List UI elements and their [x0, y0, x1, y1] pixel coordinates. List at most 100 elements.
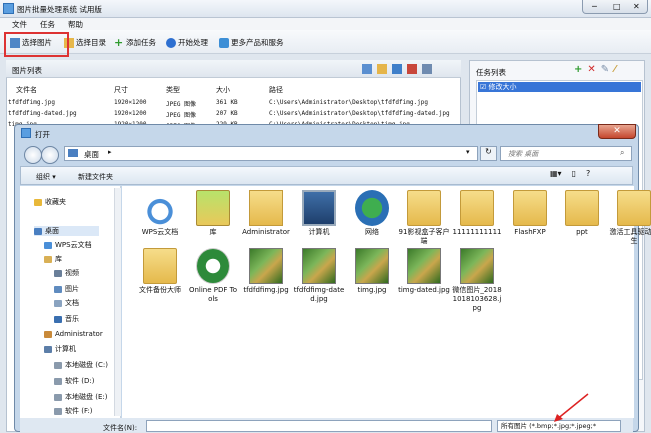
tree-item[interactable]: 本地磁盘 (C:) [54, 360, 108, 370]
view-mode-icon[interactable]: ▦▾ [550, 169, 562, 178]
file-item[interactable]: 激活工具驱动人生 [608, 190, 651, 246]
file-item[interactable]: WPS云文档 [134, 190, 186, 237]
tree-item[interactable]: 本地磁盘 (E:) [54, 392, 107, 402]
tree-item[interactable]: 库 [44, 254, 62, 264]
image-icon [355, 248, 389, 284]
forward-button[interactable] [41, 146, 59, 164]
tree-item-label: 本地磁盘 (E:) [65, 393, 108, 401]
file-item[interactable]: Administrator [240, 190, 292, 237]
breadcrumb-arrow-icon[interactable]: ▸ [108, 148, 112, 156]
user-icon [249, 190, 283, 226]
file-item[interactable]: 库 [187, 190, 239, 237]
music-icon [54, 315, 62, 323]
tree-item-label: Administrator [55, 330, 103, 338]
col-size[interactable]: 尺寸 [114, 85, 128, 95]
tree-item-label: 本地磁盘 (C:) [65, 361, 108, 369]
tree-item[interactable]: Administrator [44, 330, 103, 338]
tree-item[interactable]: 文档 [54, 298, 79, 308]
file-item[interactable]: ppt [556, 190, 608, 237]
file-item[interactable]: 微信图片_20181018103628.jpg [451, 248, 503, 313]
new-folder-button[interactable]: 新建文件夹 [78, 172, 113, 182]
add-icon[interactable]: + [574, 64, 582, 75]
app-icon [3, 3, 14, 14]
file-item[interactable]: 91影视盒子客户端 [398, 190, 450, 246]
tree-item[interactable]: 收藏夹 [34, 197, 66, 207]
back-button[interactable] [24, 146, 42, 164]
checkbox-icon[interactable]: ☑ [480, 83, 486, 91]
wrench-icon[interactable]: ✎ [601, 64, 609, 75]
start-button[interactable]: 开始处理 [166, 36, 208, 49]
file-item[interactable]: 11111111111 [451, 190, 503, 237]
search-icon[interactable]: ⌕ [620, 148, 624, 158]
tree-item[interactable]: 音乐 [54, 314, 79, 324]
file-item[interactable]: timg.jpg [346, 248, 398, 295]
folder-icon [143, 248, 177, 284]
col-type[interactable]: 类型 [166, 85, 180, 95]
col-filename[interactable]: 文件名 [16, 85, 37, 95]
menu-help[interactable]: 帮助 [68, 19, 83, 30]
menu-task[interactable]: 任务 [40, 19, 55, 30]
address-dropdown-icon[interactable]: ▾ [466, 148, 470, 156]
select-dir-button[interactable]: 选择目录 [64, 36, 106, 49]
network-icon [355, 190, 389, 226]
tree-item-label: 收藏夹 [45, 198, 66, 206]
filename-input[interactable] [146, 420, 492, 432]
maximize-icon[interactable]: □ [613, 2, 621, 11]
toolbar: 选择图片 选择目录 + 添加任务 开始处理 更多产品和服务 [0, 30, 651, 54]
tree-item[interactable]: 计算机 [44, 344, 76, 354]
tree-item-label: 桌面 [45, 227, 59, 235]
dialog-close-button[interactable]: ✕ [598, 124, 636, 139]
file-item[interactable]: timg-dated.jpg [398, 248, 450, 295]
file-item[interactable]: tfdfdfimg-dated.jpg [293, 248, 345, 304]
row-filesize: 361 KB [216, 99, 238, 106]
delete-icon[interactable] [407, 64, 417, 74]
close-icon[interactable]: ✕ [633, 2, 640, 11]
task-item[interactable]: ☑ 修改大小 [478, 82, 641, 92]
file-item[interactable]: tfdfdfimg.jpg [240, 248, 292, 295]
file-item[interactable]: FlashFXP [504, 190, 556, 237]
dialog-app-icon [21, 128, 31, 138]
preview-pane-icon[interactable]: ▯ [572, 169, 576, 178]
file-item-label: 91影视盒子客户端 [398, 228, 450, 245]
tree-item[interactable]: 视频 [54, 268, 79, 278]
menu-file[interactable]: 文件 [12, 19, 27, 30]
tree-scrollbar[interactable] [114, 188, 121, 416]
file-item[interactable]: 网络 [346, 190, 398, 237]
table-row[interactable]: tfdfdfimg-dated.jpg 1920×1200 JPEG 图像 207 K… [8, 108, 458, 119]
file-item[interactable]: Online PDF Tools [187, 248, 239, 304]
tree-item[interactable]: 图片 [54, 284, 79, 294]
organize-button[interactable]: 组织 ▾ [36, 172, 56, 182]
tree-item[interactable]: WPS云文档 [44, 240, 92, 250]
brush-icon[interactable]: ⁄ [614, 64, 616, 75]
file-item-label: tfdfdfimg-dated.jpg [293, 286, 345, 303]
help-icon[interactable]: ? [586, 169, 590, 178]
computer-icon [302, 190, 336, 226]
plus-icon: + [114, 35, 124, 49]
table-row[interactable]: tfdfdfimg.jpg 1920×1200 JPEG 图像 361 KB C:\Us… [8, 97, 458, 108]
file-item-label: timg-dated.jpg [398, 286, 450, 294]
view-icon[interactable] [392, 64, 402, 74]
more-products-button[interactable]: 更多产品和服务 [219, 36, 284, 49]
file-item-label: 网络 [365, 228, 379, 236]
minimize-icon[interactable]: ─ [592, 2, 597, 11]
col-path[interactable]: 路径 [269, 85, 283, 95]
task-list-tools: + ✕ ✎ ⁄ [574, 64, 616, 75]
tree-item[interactable]: 桌面 [34, 226, 99, 236]
red-arrow [554, 393, 589, 422]
delete-icon[interactable]: ✕ [587, 64, 595, 75]
file-item[interactable]: 文件备份大师 [134, 248, 186, 295]
tree-item-label: WPS云文档 [55, 241, 92, 249]
file-item[interactable]: 计算机 [293, 190, 345, 237]
list-icon[interactable] [422, 64, 432, 74]
cloud-icon [44, 241, 52, 249]
add-task-button[interactable]: + 添加任务 [114, 36, 156, 49]
highlight-box [4, 32, 69, 57]
import-icon[interactable] [362, 64, 372, 74]
col-filesize[interactable]: 大小 [216, 85, 230, 95]
tree-item[interactable]: 软件 (F:) [54, 406, 93, 416]
refresh-button[interactable]: ↻ [480, 146, 497, 161]
folder-icon[interactable] [377, 64, 387, 74]
file-item-label: 激活工具驱动人生 [609, 228, 651, 245]
address-bar[interactable] [64, 146, 478, 161]
tree-item[interactable]: 软件 (D:) [54, 376, 94, 386]
